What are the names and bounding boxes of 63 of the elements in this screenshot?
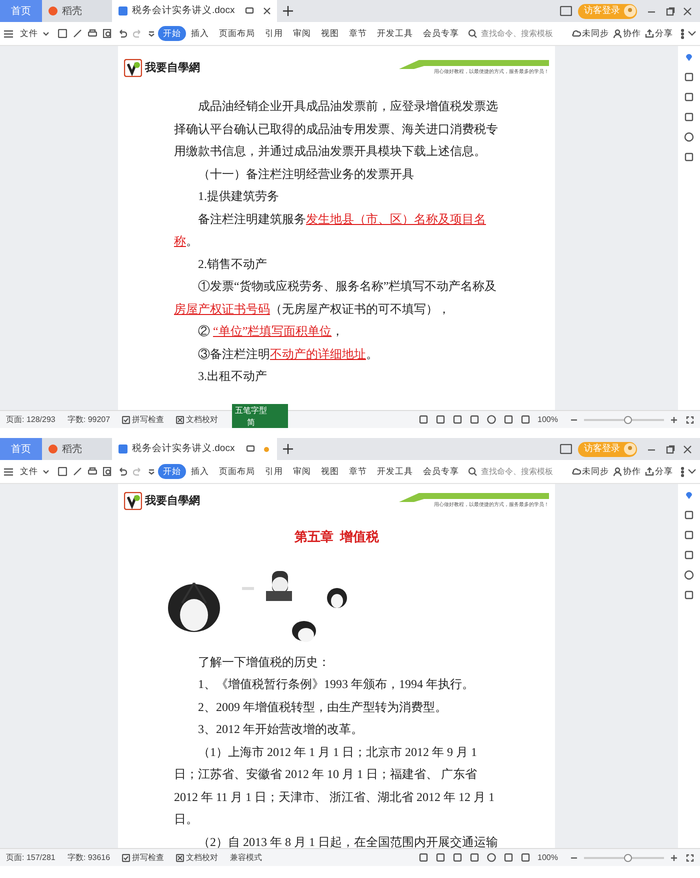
paragraph: ①发票“货物或应税劳务、服务名称”栏填写不动产名称及房屋产权证书号码（无房屋产权证书的可不填写）， — [174, 278, 498, 318]
logo-text: 我要自學網 — [145, 60, 200, 76]
menu-tab[interactable]: 会员专享 — [418, 26, 464, 41]
tab[interactable]: 税务会计实务讲义.docx — [112, 0, 277, 22]
chapter-title: 第五章 增值税 — [294, 528, 379, 546]
status-text: 字数: 93616 — [67, 852, 110, 864]
menu-tab[interactable]: 会员专享 — [418, 464, 464, 479]
menu-tab[interactable]: 审阅 — [288, 26, 316, 41]
menu-tab[interactable]: 开始 — [158, 26, 186, 41]
menu-tab[interactable]: 开发工具 — [372, 464, 418, 479]
status-text: 页面: 157/281 — [6, 852, 56, 864]
menu-tab[interactable]: 页面布局 — [214, 26, 260, 41]
zoom-text: 100% — [538, 414, 558, 426]
paragraph: ③备注栏注明不动产的详细地址。 — [197, 346, 379, 362]
paragraph: 了解一下增值税的历史： — [197, 654, 331, 670]
menu-tab[interactable]: 引用 — [260, 26, 288, 41]
tab[interactable]: 税务会计实务讲义.docx — [112, 438, 277, 460]
toolbar-button[interactable]: 分享 — [645, 27, 673, 40]
paragraph: 1.提供建筑劳务 — [197, 188, 280, 205]
status-button[interactable]: 兼容模式 — [230, 852, 262, 864]
menu-tab[interactable]: 引用 — [260, 464, 288, 479]
status-button[interactable]: 文档校对 — [176, 414, 218, 426]
paragraph: 2、2009 年增值税转型，由生产型转为消费型。 — [197, 698, 448, 716]
menu-tab[interactable]: 审阅 — [288, 464, 316, 479]
status-text: 字数: 99207 — [67, 414, 110, 426]
paragraph: （1）上海市 2012 年 1 月 1 日；北京市 2012 年 9 月 1 日；江苏省、安徽省 2012 年 10 月 1 日；福建省、 广东省 2012 年 11 月 1 日；天津市、 浙江省、湖北省 2012 年 12 月 1 日。 — [174, 744, 496, 828]
search-field[interactable]: 查找命令、搜索模板 — [468, 466, 560, 478]
menu-tab[interactable]: 章节 — [344, 26, 372, 41]
menu-tab[interactable]: 插入 — [186, 464, 214, 479]
paragraph: ② “单位”栏填写面积单位， — [197, 323, 345, 340]
ime-panel[interactable]: 五笔字型 简 — [232, 404, 288, 428]
logo-text: 我要自學網 — [145, 492, 200, 509]
status-button[interactable]: 拼写检查 — [122, 414, 164, 426]
menu-tab[interactable]: 文件 — [15, 26, 43, 41]
paragraph: 3、2012 年开始营改增的改革。 — [197, 721, 364, 738]
tab[interactable]: 稻壳 — [42, 438, 112, 460]
status-text: 页面: 128/293 — [6, 414, 56, 426]
menu-tab[interactable]: 文件 — [15, 464, 43, 479]
paragraph: 成品油经销企业开具成品油发票前，应登录增值税发票选择确认平台确认已取得的成品油专用发票、海关进口消费税专用缴款书信息，并通过成品油发票开具模块下载上述信息。 — [174, 98, 499, 160]
zoom-text: 100% — [538, 852, 558, 864]
status-button[interactable]: 文档校对 — [176, 852, 218, 864]
ime-mode-text: 五笔字型 — [235, 405, 267, 417]
ime-script-text: 简 — [247, 417, 255, 429]
menu-tab[interactable]: 视图 — [316, 464, 344, 479]
menu-tab[interactable]: 视图 — [316, 26, 344, 41]
tab[interactable]: 稻壳 — [42, 0, 112, 22]
toolbar-button[interactable]: 分享 — [645, 465, 673, 478]
paragraph: 1、《增值税暂行条例》1993 年颁布，1994 年执行。 — [197, 676, 475, 693]
menu-tab[interactable]: 开始 — [158, 464, 186, 479]
menu-tab[interactable]: 开发工具 — [372, 26, 418, 41]
status-button[interactable]: 拼写检查 — [122, 852, 164, 864]
menu-tab[interactable]: 插入 — [186, 26, 214, 41]
menu-tab[interactable]: 章节 — [344, 464, 372, 479]
toolbar-button[interactable]: 未同步 — [572, 465, 609, 478]
paragraph: （2）自 2013 年 8 月 1 日起，在全国范围内开展交通运输 — [197, 834, 499, 848]
search-field[interactable]: 查找命令、搜索模板 — [468, 28, 560, 40]
menu-tab[interactable]: 页面布局 — [214, 464, 260, 479]
paragraph: （十一）备注栏注明经营业务的发票开具 — [197, 166, 415, 182]
paragraph: 3.出租不动产 — [197, 368, 268, 385]
toolbar-button[interactable]: 协作 — [613, 465, 641, 478]
paragraph: 2.销售不动产 — [197, 256, 268, 272]
toolbar-button[interactable]: 未同步 — [572, 27, 609, 40]
toolbar-button[interactable]: 协作 — [613, 27, 641, 40]
